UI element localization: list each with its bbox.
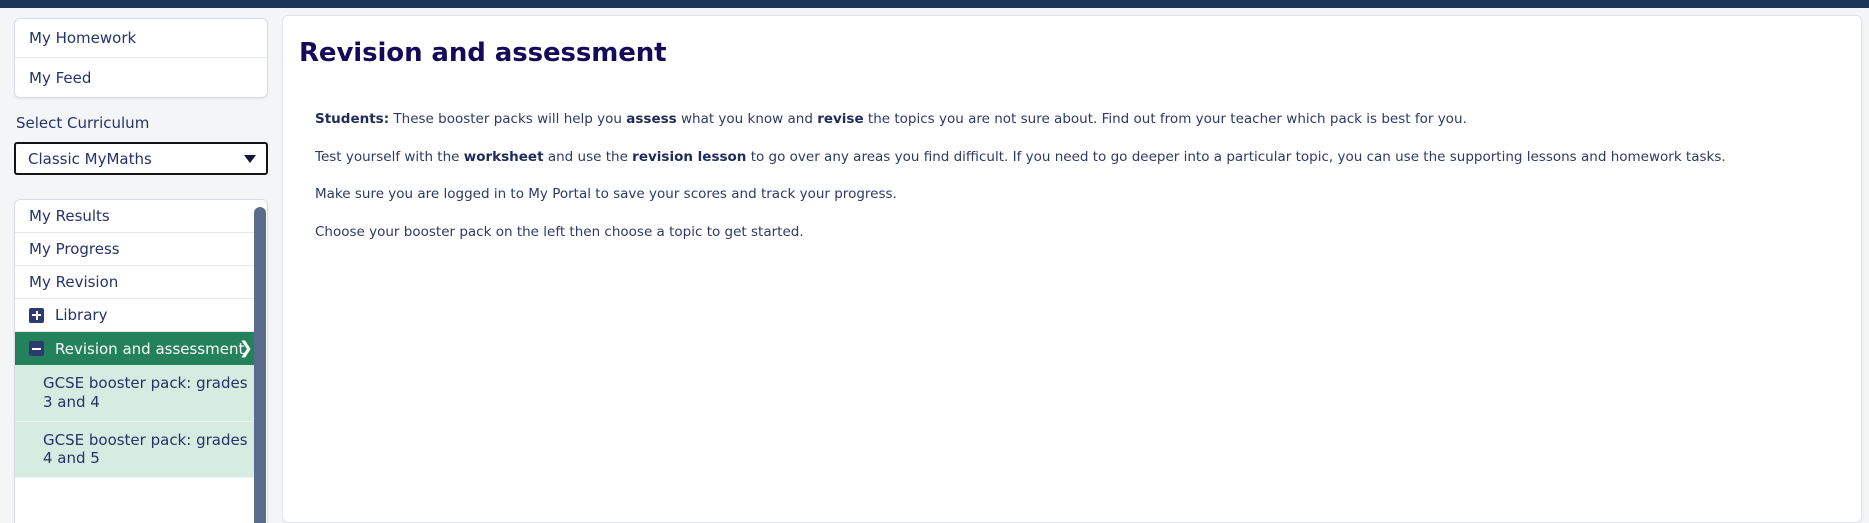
emphasis-text: worksheet <box>463 148 544 165</box>
sidebar-item-revision-and-assessment[interactable]: Revision and assessment ❯ <box>15 332 267 365</box>
sidebar-item-my-feed[interactable]: My Feed <box>15 58 267 97</box>
page-title: Revision and assessment <box>299 38 667 68</box>
sidebar-item-my-progress[interactable]: My Progress <box>15 233 267 266</box>
emphasis-text: Students: <box>315 111 390 127</box>
sidebar-subitem-label: GCSE booster pack: grades 4 and 5 <box>43 430 248 468</box>
body-text: to go over any areas you find difficult.… <box>746 148 1726 165</box>
expand-plus-icon[interactable] <box>29 307 44 323</box>
emphasis-text: revise <box>817 111 864 127</box>
sidebar-scrollbar-thumb[interactable] <box>254 207 266 523</box>
curriculum-selected-value: Classic MyMaths <box>28 149 152 168</box>
sidebar-subitem-gcse-booster-grades-4-and-5[interactable]: GCSE booster pack: grades 4 and 5 <box>15 421 267 478</box>
sidebar-nav-list: My Results My Progress My Revision Libra… <box>14 199 268 523</box>
sidebar-item-my-revision[interactable]: My Revision <box>15 266 267 299</box>
sidebar-scrollbar-track[interactable] <box>254 201 267 523</box>
sidebar-subitem-label: GCSE booster pack: grades 3 and 4 <box>43 374 248 411</box>
sidebar-item-my-results[interactable]: My Results <box>15 200 267 233</box>
content-paragraph: Make sure you are logged in to My Portal… <box>315 185 1835 205</box>
curriculum-select[interactable]: Classic MyMaths <box>14 142 268 175</box>
body-text: what you know and <box>676 111 818 127</box>
body-text: These booster packs will help you <box>389 111 627 127</box>
content-paragraph: Test yourself with the worksheet and use… <box>315 148 1835 168</box>
content-paragraphs: Students: These booster packs will help … <box>299 110 1835 242</box>
body-text: and use the <box>543 148 633 165</box>
chevron-right-icon: ❯ <box>238 338 253 358</box>
body-text: Choose your booster pack on the left the… <box>315 223 804 240</box>
content-card: Revision and assessment Students: These … <box>282 15 1862 523</box>
sidebar-top-menu: My Homework My Feed <box>14 18 268 98</box>
emphasis-text: assess <box>626 111 677 127</box>
main-content: Revision and assessment Students: These … <box>282 8 1869 523</box>
sidebar: My Homework My Feed Select Curriculum Cl… <box>0 8 282 523</box>
sidebar-item-label: My Feed <box>29 68 92 87</box>
curriculum-label: Select Curriculum <box>16 114 150 132</box>
body-text: the topics you are not sure about. Find … <box>863 111 1467 127</box>
sidebar-item-label: My Homework <box>29 29 137 47</box>
content-paragraph: Choose your booster pack on the left the… <box>315 223 1835 243</box>
body-text: Test yourself with the <box>315 148 464 165</box>
body-text: Make sure you are logged in to My Portal… <box>315 186 897 203</box>
sidebar-item-label: My Results <box>29 207 110 225</box>
sidebar-subitem-gcse-booster-grades-3-and-4[interactable]: GCSE booster pack: grades 3 and 4 <box>15 365 267 422</box>
page-root: ⌄ My Homework My Feed Select Curriculum … <box>0 0 1869 523</box>
chevron-down-icon <box>244 154 256 163</box>
sidebar-item-label: My Progress <box>29 240 120 258</box>
content-paragraph: Students: These booster packs will help … <box>315 110 1835 130</box>
sidebar-item-label: Library <box>55 306 108 324</box>
emphasis-text: revision lesson <box>632 148 747 165</box>
sidebar-item-label: My Revision <box>29 273 119 291</box>
collapse-minus-icon[interactable] <box>29 341 44 356</box>
sidebar-item-label: Revision and assessment <box>55 339 245 358</box>
top-bar: ⌄ <box>0 0 1869 15</box>
page-layout: My Homework My Feed Select Curriculum Cl… <box>0 8 1869 523</box>
sidebar-item-my-homework[interactable]: My Homework <box>15 19 267 58</box>
sidebar-nav-scroll-area: My Results My Progress My Revision Libra… <box>14 199 268 523</box>
sidebar-item-library[interactable]: Library <box>15 299 267 332</box>
